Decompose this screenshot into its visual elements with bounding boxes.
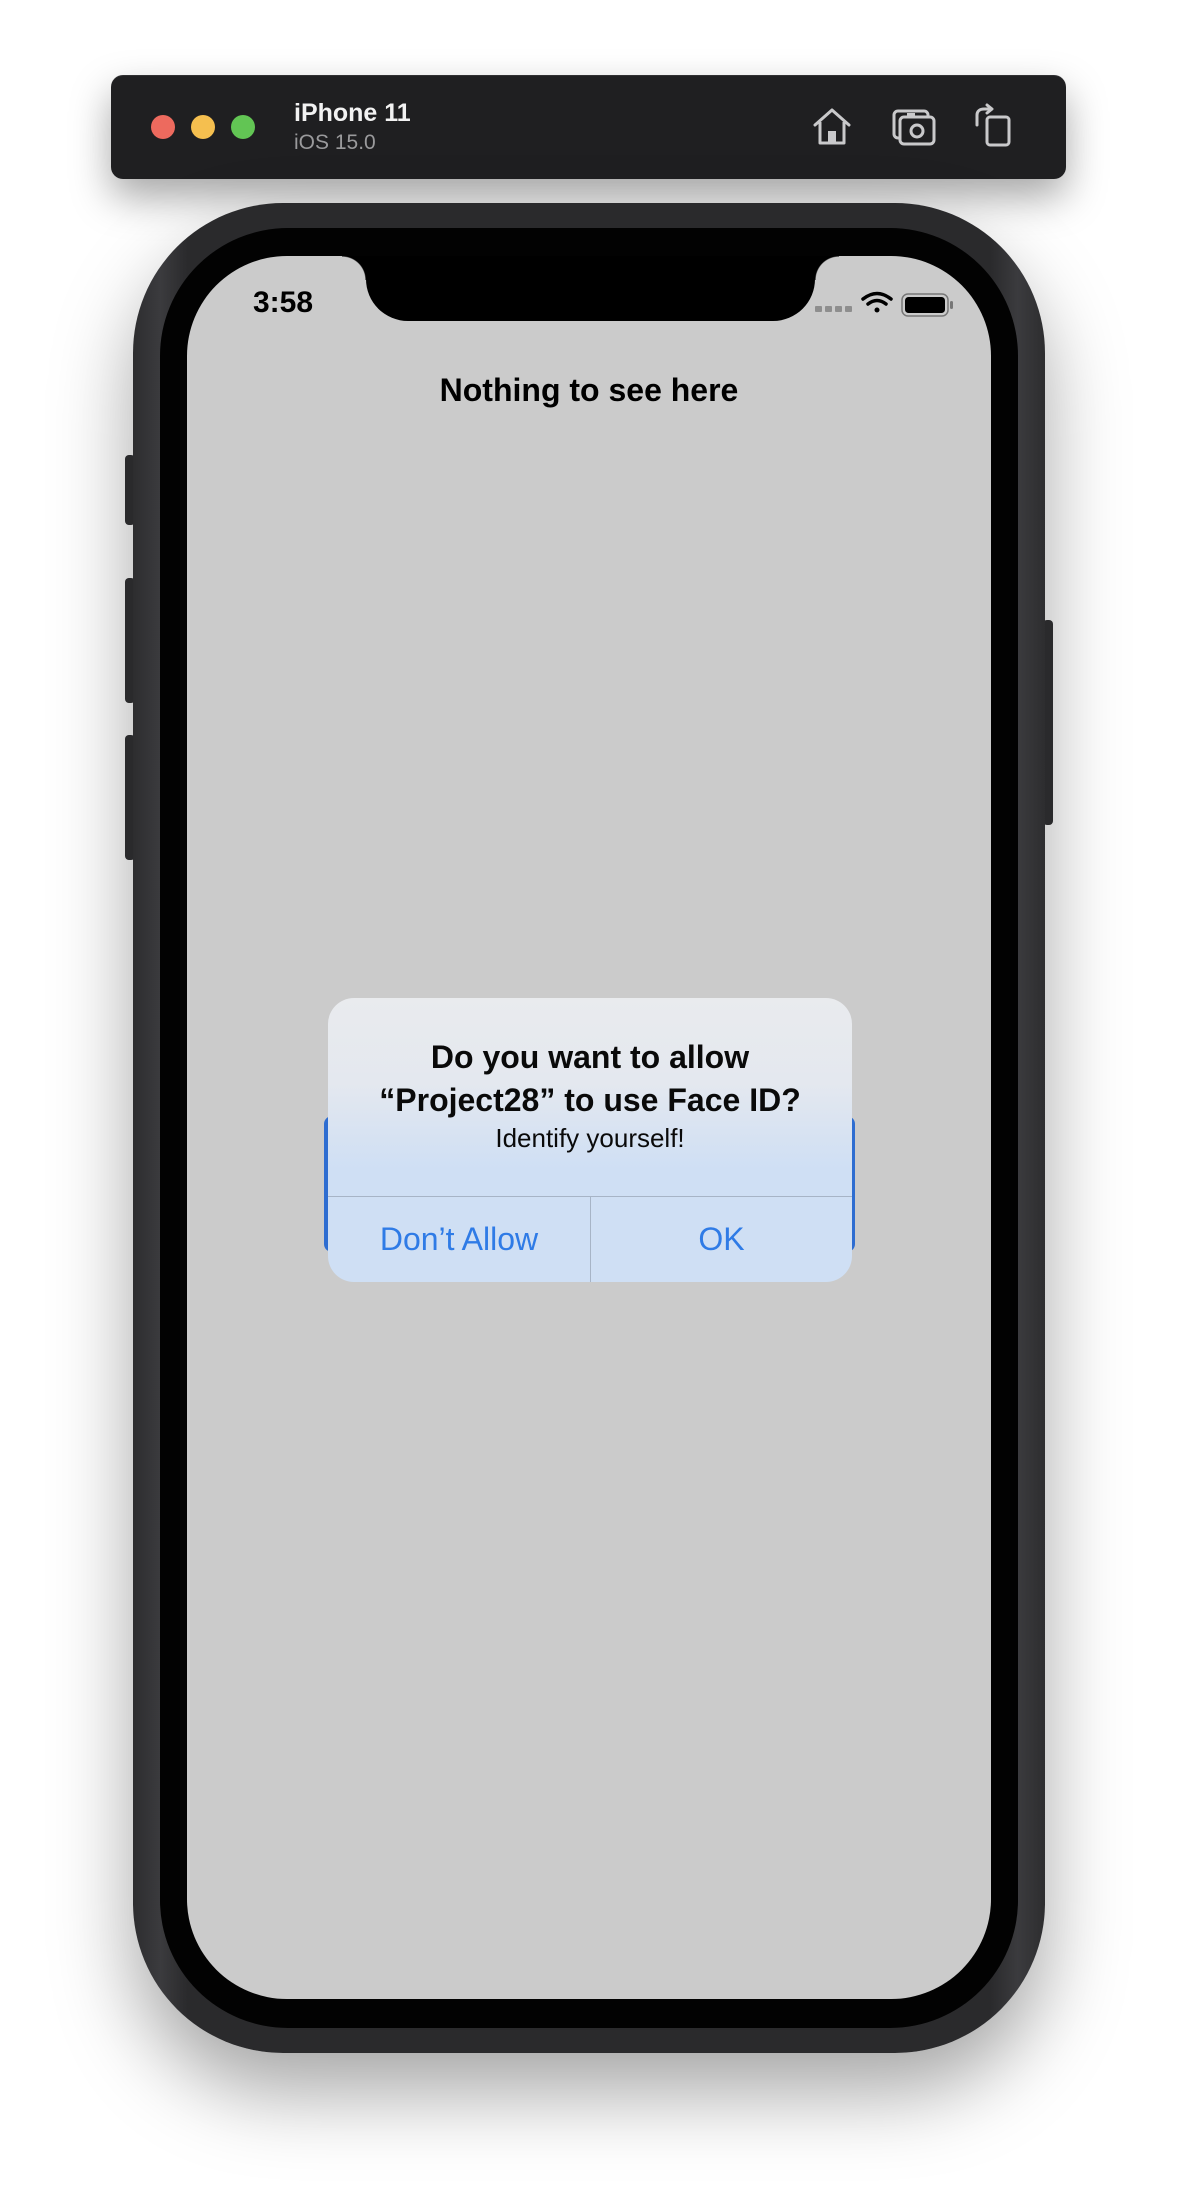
wifi-icon: [861, 291, 893, 313]
alert-message: Identify yourself!: [495, 1123, 685, 1153]
screenshot-button[interactable]: [891, 103, 937, 149]
alert-title: Do you want to allow “Project28” to use …: [379, 1039, 801, 1118]
window-minimize-button[interactable]: [191, 115, 215, 139]
ok-button[interactable]: OK: [591, 1197, 852, 1282]
dont-allow-button[interactable]: Don’t Allow: [328, 1197, 590, 1282]
device-name: iPhone 11: [294, 99, 411, 127]
simulator-toolbar: iPhone 11 iOS 15.0: [111, 75, 1066, 179]
status-icons: [815, 291, 953, 317]
window-zoom-button[interactable]: [231, 115, 255, 139]
window-close-button[interactable]: [151, 115, 175, 139]
battery-icon: [901, 293, 953, 317]
screenshot-icon: [892, 109, 936, 146]
status-time: 3:58: [253, 286, 314, 319]
page-title: Nothing to see here: [439, 372, 739, 408]
home-icon: [813, 108, 851, 145]
cellular-signal-icon: [815, 306, 852, 312]
home-button[interactable]: [809, 103, 855, 149]
rotate-button[interactable]: [971, 103, 1017, 149]
notch: [342, 256, 839, 321]
phone-screen: 3:58 Nothing to see here Do you want to …: [187, 256, 991, 1999]
face-id-permission-alert: Do you want to allow “Project28” to use …: [328, 998, 852, 1282]
os-version: iOS 15.0: [294, 131, 376, 154]
rotate-icon: [975, 103, 1011, 147]
